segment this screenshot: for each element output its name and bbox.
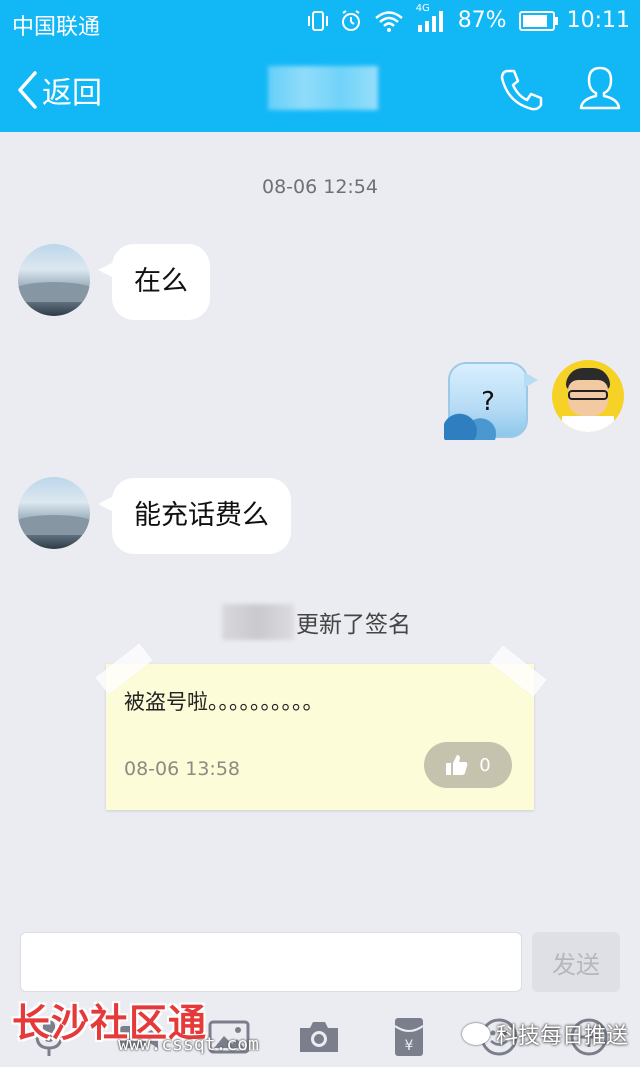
carrier-name: 中国联通 [12, 15, 101, 40]
chat-timestamp: 08-06 12:54 [261, 176, 378, 198]
contact-profile-button[interactable] [578, 64, 622, 116]
wave-decoration-icon [444, 410, 496, 440]
notice-text: 更新了签名 [296, 612, 411, 638]
chevron-left-icon [18, 71, 37, 109]
camera-button[interactable] [296, 1014, 342, 1060]
signature-text: 被盗号啦。。。。。。。。。。 [124, 690, 324, 714]
svg-text:¥: ¥ [405, 1038, 414, 1054]
status-bar: 中国联通 4G 87% 10:11 [0, 0, 640, 44]
send-button[interactable]: 发送 [532, 932, 620, 992]
status-icons: 4G 87% 10:11 [307, 3, 630, 33]
wifi-icon [374, 10, 403, 32]
signature-date: 08-06 13:58 [124, 758, 241, 780]
message-bubble-outgoing[interactable]: ? [444, 362, 538, 440]
wechat-icon [462, 1023, 490, 1045]
battery-icon [518, 10, 558, 31]
my-avatar[interactable] [552, 360, 624, 432]
contact-name-blurred [268, 66, 378, 110]
vibrate-icon [307, 10, 328, 31]
watermark-url: www.cssqt.com [118, 1034, 259, 1055]
camera-icon [300, 1022, 338, 1052]
like-count: 0 [479, 754, 491, 776]
alarm-icon [341, 9, 360, 31]
battery-percent: 87% [457, 8, 507, 33]
tape-decoration [489, 645, 547, 697]
contact-avatar[interactable] [18, 244, 90, 316]
red-packet-button[interactable]: ¥ [386, 1014, 432, 1060]
contact-name-blurred [222, 604, 294, 640]
signal-icon: 4G [416, 3, 446, 33]
message-bubble-incoming[interactable]: 能充话费么 [98, 478, 291, 554]
bubble-tail [524, 372, 538, 388]
signature-update-notice: 更新了签名 [222, 604, 411, 640]
back-label: 返回 [42, 76, 102, 111]
contact-avatar[interactable] [18, 477, 90, 549]
signature-card[interactable]: 被盗号啦。。。。。。。。。。 08-06 13:58 0 [95, 643, 547, 810]
battery-level-fill [522, 14, 547, 27]
message-input[interactable] [20, 932, 522, 992]
thumbs-up-icon [446, 755, 468, 775]
chat-header: 返回 [0, 44, 640, 132]
phone-icon [500, 69, 543, 111]
like-button[interactable]: 0 [424, 742, 512, 788]
message-bubble-incoming[interactable]: 在么 [98, 244, 210, 320]
call-button[interactable] [498, 66, 544, 116]
back-button[interactable]: 返回 [16, 68, 102, 112]
red-packet-icon: ¥ [394, 1018, 424, 1056]
person-icon [579, 66, 621, 110]
watermark-account-name: 科技每日推送 [496, 1024, 629, 1049]
clock: 10:11 [566, 8, 630, 33]
watermark-account: 科技每日推送 [462, 1018, 628, 1050]
